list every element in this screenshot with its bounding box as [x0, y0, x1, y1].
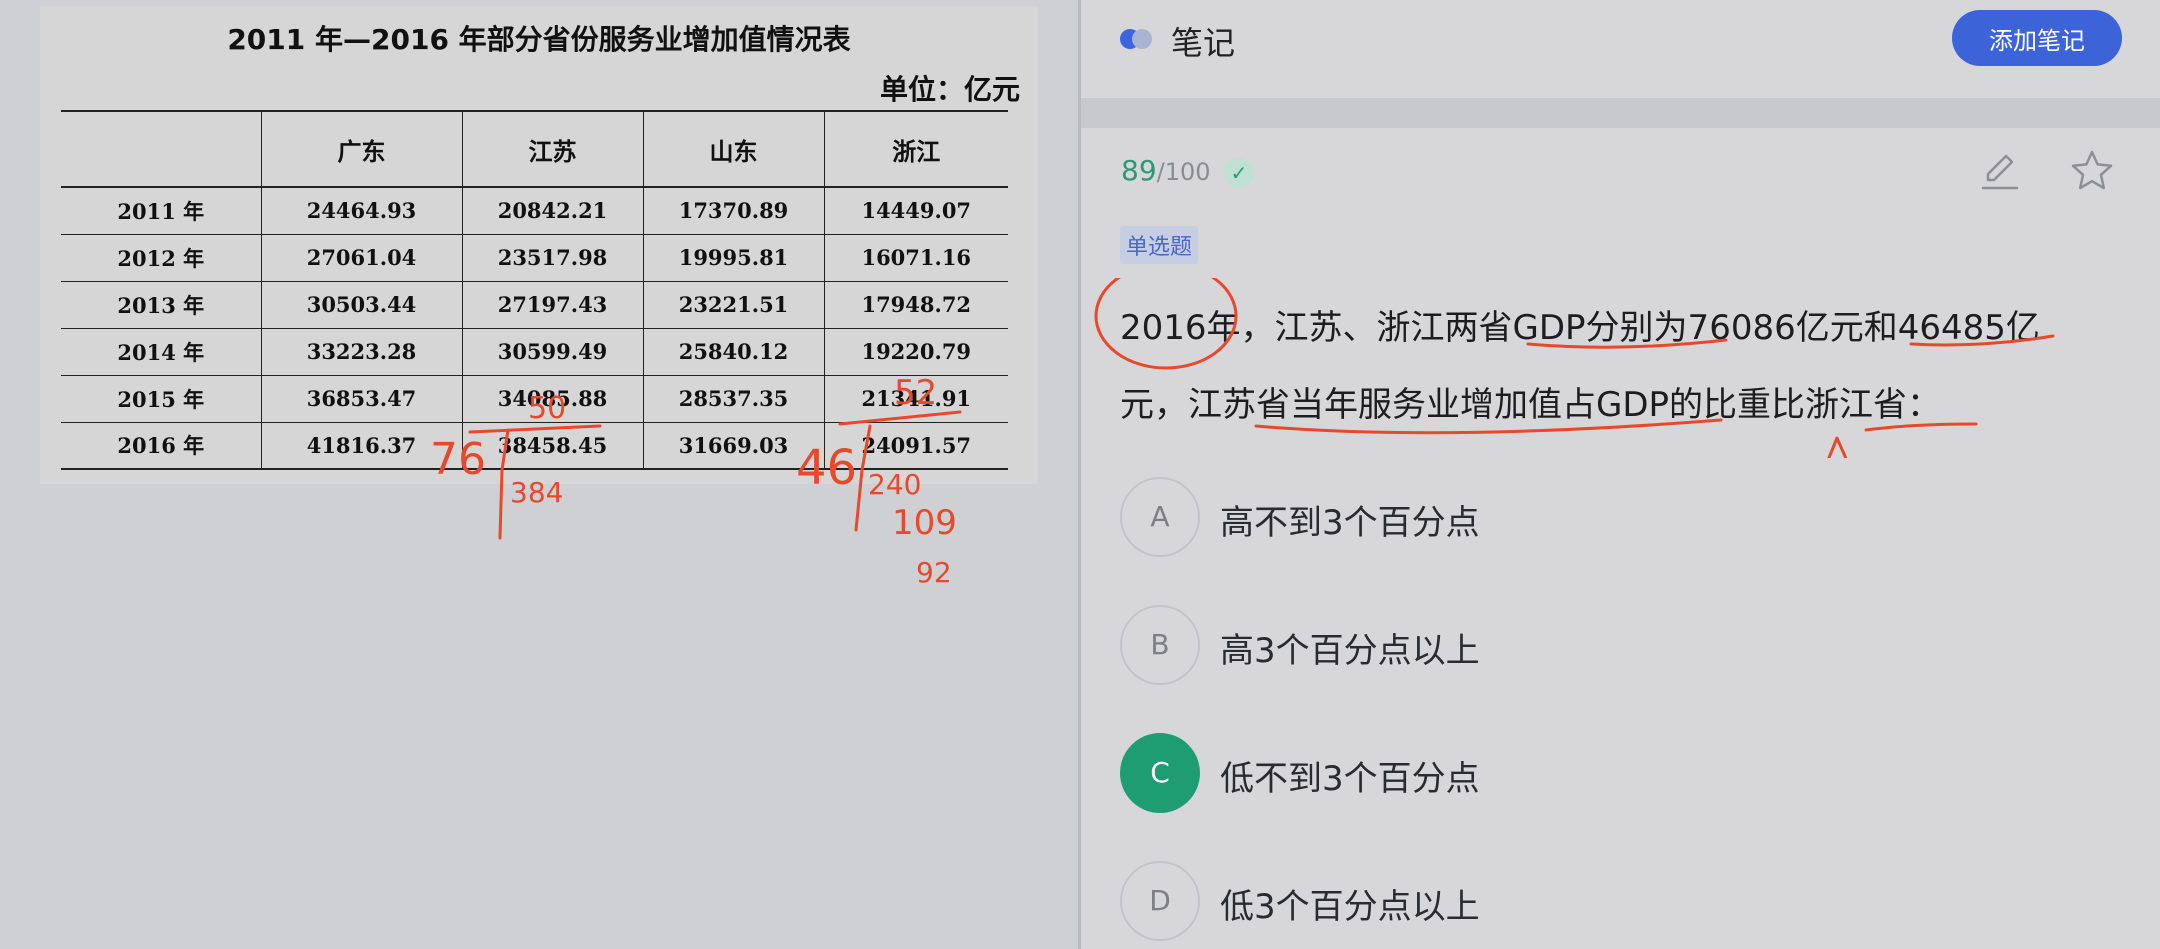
option-a-text: 高不到3个百分点 [1220, 503, 1480, 543]
question-stem: 2016年，江苏、浙江两省GDP分别为76086亿元和46485亿元，江苏省当年… [1120, 308, 2040, 425]
notes-pane: 笔记 添加笔记 89/100 ✓ 单选题 2016年，江苏、浙江两省GDP分别为… [1081, 0, 2160, 949]
option-a-letter: A [1120, 477, 1200, 557]
table-cell: 27197.43 [461, 281, 643, 329]
option-d[interactable]: D 低3个百分点以上 [1120, 861, 2020, 945]
table-cell: 2013 年 [61, 281, 261, 329]
edit-icon[interactable] [1979, 150, 2021, 192]
table-title: 2011 年—2016 年部分省份服务业增加值情况表 [227, 23, 851, 56]
check-icon: ✓ [1224, 158, 1254, 188]
score-total: /100 [1156, 158, 1211, 186]
table-row: 2011 年 24464.93 20842.21 17370.89 14449.… [61, 187, 1008, 235]
table-row: 2013 年 30503.44 27197.43 23221.51 17948.… [61, 281, 1008, 329]
material-table-image: 2011 年—2016 年部分省份服务业增加值情况表 单位：亿元 广东 江苏 山… [40, 6, 1038, 484]
table-cell: 30599.49 [461, 328, 643, 376]
option-d-letter: D [1120, 861, 1200, 941]
table-cell: 16071.16 [823, 234, 1008, 282]
table-cell: 28537.35 [642, 375, 824, 423]
table-row: 2012 年 27061.04 23517.98 19995.81 16071.… [61, 234, 1008, 282]
table-cell: 2011 年 [61, 187, 261, 235]
handwriting-92: 92 [916, 556, 952, 589]
table-cell: 20842.21 [461, 187, 643, 235]
score-display: 89/100 [1121, 154, 1211, 187]
table-row: 2015 年 36853.47 34085.88 28537.35 21341.… [61, 375, 1008, 423]
table-cell: 24464.93 [260, 187, 462, 235]
header-cell-shandong: 山东 [642, 110, 824, 188]
table-cell: 14449.07 [823, 187, 1008, 235]
table-cell: 19995.81 [642, 234, 824, 282]
table-cell: 36853.47 [260, 375, 462, 423]
notes-title: 笔记 [1171, 24, 1236, 62]
header-cell-guangdong: 广东 [260, 110, 462, 188]
handwriting-109: 109 [892, 503, 957, 543]
table-cell: 33223.28 [260, 328, 462, 376]
table-cell: 2015 年 [61, 375, 261, 423]
question-material-pane: 2011 年—2016 年部分省份服务业增加值情况表 单位：亿元 广东 江苏 山… [0, 0, 1078, 949]
option-c-letter: C [1120, 733, 1200, 813]
option-c-text: 低不到3个百分点 [1220, 759, 1480, 799]
header-cell-blank [61, 110, 261, 188]
table-cell: 31669.03 [642, 422, 824, 470]
header-separator [1081, 98, 2160, 128]
table-cell: 34085.88 [461, 375, 643, 423]
header-cell-jiangsu: 江苏 [461, 110, 643, 188]
table-cell: 25840.12 [642, 328, 824, 376]
table-cell: 24091.57 [823, 422, 1008, 470]
option-b[interactable]: B 高3个百分点以上 [1120, 605, 2020, 689]
option-d-text: 低3个百分点以上 [1220, 887, 1480, 927]
question-card: 89/100 ✓ 单选题 2016年，江苏、浙江两省GDP分别为76086亿元和… [1081, 128, 2160, 949]
option-b-letter: B [1120, 605, 1200, 685]
table-cell: 19220.79 [823, 328, 1008, 376]
data-table: 广东 江苏 山东 浙江 2011 年 24464.93 20842.21 173… [61, 110, 1008, 470]
table-cell: 2012 年 [61, 234, 261, 282]
table-cell: 27061.04 [260, 234, 462, 282]
table-unit: 单位：亿元 [879, 73, 1020, 106]
table-cell: 2014 年 [61, 328, 261, 376]
table-cell: 17948.72 [823, 281, 1008, 329]
table-cell: 41816.37 [260, 422, 462, 470]
table-cell: 30503.44 [260, 281, 462, 329]
add-note-button[interactable]: 添加笔记 [1952, 10, 2122, 66]
table-row: 2014 年 33223.28 30599.49 25840.12 19220.… [61, 328, 1008, 376]
score-value: 89 [1121, 154, 1157, 187]
table-cell: 38458.45 [461, 422, 643, 470]
notes-toggle-icon[interactable] [1120, 29, 1154, 49]
option-c[interactable]: C 低不到3个百分点 [1120, 733, 2020, 817]
option-b-text: 高3个百分点以上 [1220, 631, 1480, 671]
table-cell: 17370.89 [642, 187, 824, 235]
table-header-row: 广东 江苏 山东 浙江 [61, 110, 1008, 188]
question-type-tag: 单选题 [1120, 226, 1199, 264]
option-a[interactable]: A 高不到3个百分点 [1120, 477, 2020, 561]
favorite-star-icon[interactable] [2069, 148, 2115, 194]
table-cell: 23221.51 [642, 281, 824, 329]
notes-header: 笔记 添加笔记 [1081, 0, 2160, 98]
table-cell: 2016 年 [61, 422, 261, 470]
table-cell: 21341.91 [823, 375, 1008, 423]
header-cell-zhejiang: 浙江 [823, 110, 1008, 188]
table-cell: 23517.98 [461, 234, 643, 282]
table-row: 2016 年 41816.37 38458.45 31669.03 24091.… [61, 422, 1008, 470]
